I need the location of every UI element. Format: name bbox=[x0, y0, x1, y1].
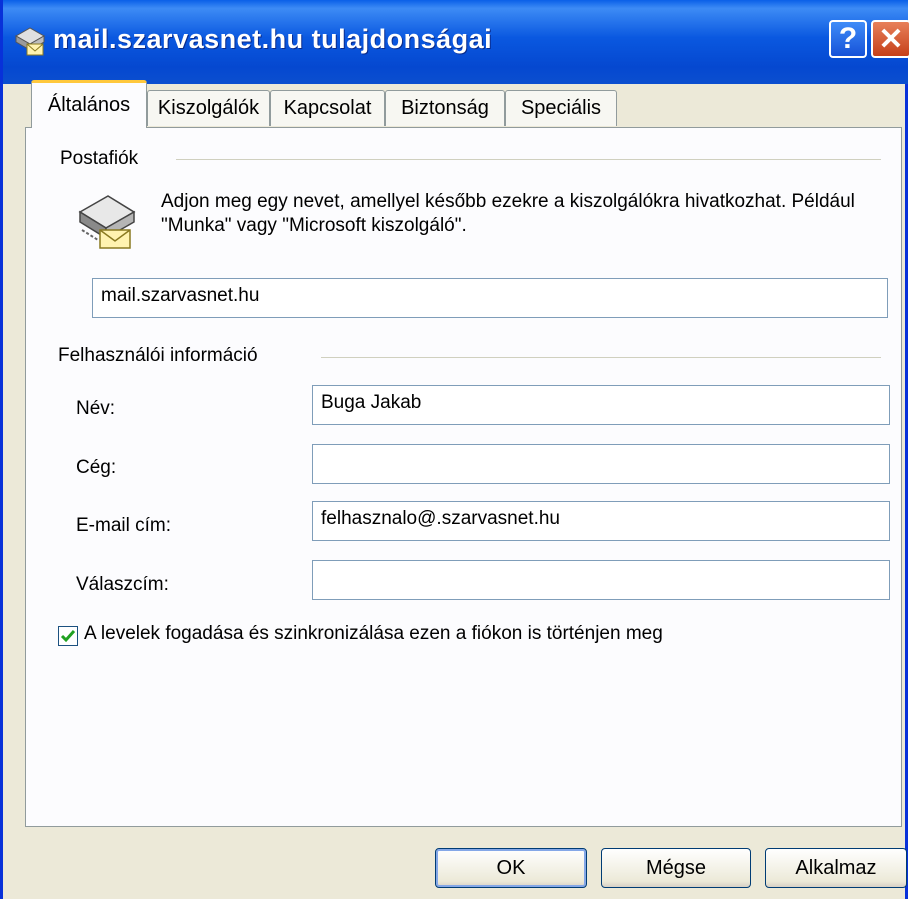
close-button[interactable]: ✕ bbox=[871, 20, 911, 58]
checkmark-icon bbox=[60, 630, 76, 643]
properties-dialog: mail.szarvasnet.hu tulajdonságai ? ✕ Ált… bbox=[0, 0, 911, 899]
reply-label: Válaszcím: bbox=[76, 574, 169, 595]
company-label: Cég: bbox=[76, 457, 117, 478]
group-label-postafiok: Postafiók bbox=[60, 148, 149, 170]
mail-account-icon bbox=[14, 27, 46, 56]
tab-kapcsolat[interactable]: Kapcsolat bbox=[270, 90, 385, 126]
sync-checkbox-label[interactable]: A levelek fogadása és szinkronizálása ez… bbox=[84, 623, 663, 645]
name-input[interactable]: Buga Jakab bbox=[312, 385, 890, 425]
tab-specialis[interactable]: Speciális bbox=[505, 90, 617, 126]
tab-biztonsag[interactable]: Biztonság bbox=[385, 90, 505, 126]
group-divider bbox=[321, 357, 881, 358]
group-label-user-info: Felhasználói információ bbox=[58, 345, 268, 367]
apply-button[interactable]: Alkalmaz bbox=[765, 848, 907, 888]
tab-panel-altalanos: Postafiók Adjon meg egy nevet, amellyel … bbox=[25, 127, 902, 827]
sync-checkbox[interactable] bbox=[58, 626, 78, 646]
reply-address-input[interactable] bbox=[312, 560, 890, 600]
account-description: Adjon meg egy nevet, amellyel később eze… bbox=[161, 191, 855, 236]
window-title: mail.szarvasnet.hu tulajdonságai bbox=[53, 24, 493, 54]
cancel-button[interactable]: Mégse bbox=[601, 848, 751, 888]
title-bar[interactable]: mail.szarvasnet.hu tulajdonságai ? ✕ bbox=[3, 0, 911, 84]
email-label: E-mail cím: bbox=[76, 515, 171, 536]
company-input[interactable] bbox=[312, 444, 890, 484]
mail-server-icon bbox=[78, 195, 136, 249]
account-name-input[interactable]: mail.szarvasnet.hu bbox=[92, 278, 888, 318]
name-label: Név: bbox=[76, 398, 116, 419]
tab-altalanos[interactable]: Általános bbox=[31, 80, 147, 128]
email-input[interactable]: felhasznalo@.szarvasnet.hu bbox=[312, 501, 890, 541]
group-divider bbox=[176, 159, 881, 160]
ok-button[interactable]: OK bbox=[435, 848, 587, 888]
help-button[interactable]: ? bbox=[829, 20, 867, 58]
tab-kiszolgalok[interactable]: Kiszolgálók bbox=[147, 90, 270, 126]
